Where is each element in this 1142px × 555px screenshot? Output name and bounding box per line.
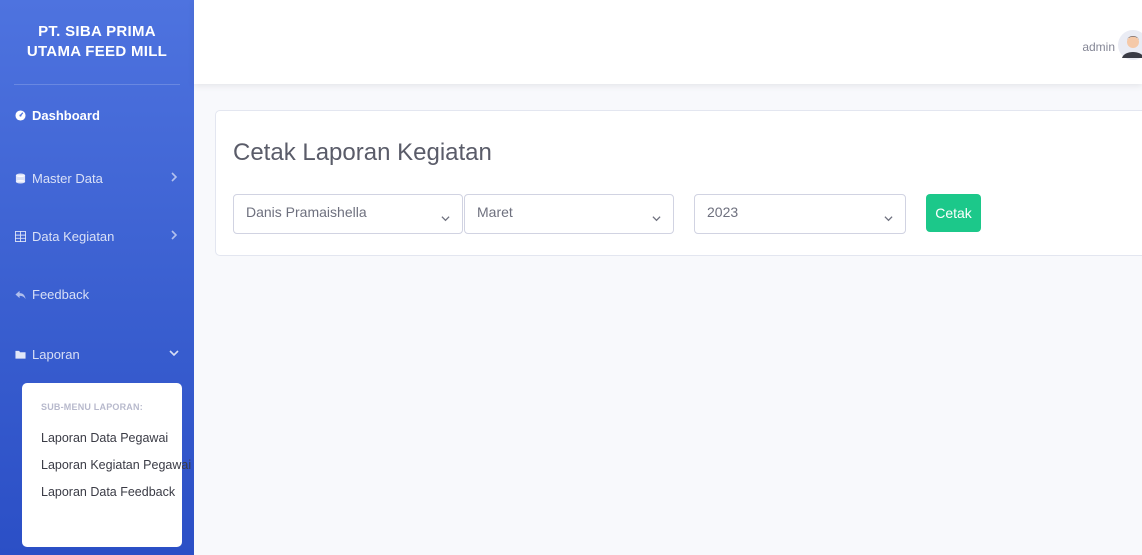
submenu-item-laporan-data-feedback[interactable]: Laporan Data Feedback: [22, 479, 182, 506]
brand-logo-text[interactable]: PT. SIBA PRIMA UTAMA FEED MILL: [0, 0, 194, 84]
employee-select-value: Danis Pramaishella: [246, 204, 367, 220]
sidebar-item-data-kegiatan[interactable]: Data Kegiatan: [0, 224, 194, 248]
sidebar-item-label: Feedback: [32, 286, 90, 302]
folder-icon: [15, 349, 26, 360]
sidebar-item-dashboard[interactable]: Dashboard: [0, 103, 194, 127]
sidebar-item-master-data[interactable]: Master Data: [0, 166, 194, 190]
year-select-value: 2023: [707, 204, 739, 220]
chevron-down-icon: [884, 210, 893, 222]
table-icon: [15, 230, 26, 242]
laporan-submenu: SUB-MENU LAPORAN: Laporan Data Pegawai L…: [22, 383, 191, 547]
report-card: Cetak Laporan Kegiatan Danis Pramaishell…: [215, 110, 1142, 256]
sidebar-item-label: Master Data: [32, 170, 103, 186]
month-select[interactable]: Maret: [464, 194, 674, 234]
topbar: admin: [194, 0, 1142, 84]
year-select[interactable]: 2023: [694, 194, 906, 234]
month-select-value: Maret: [477, 204, 513, 220]
sidebar-item-feedback[interactable]: Feedback: [0, 282, 194, 306]
chevron-down-icon: [441, 210, 450, 222]
submenu-header: SUB-MENU LAPORAN:: [41, 402, 143, 412]
chevron-down-icon: [168, 347, 180, 359]
brand-line-2: UTAMA FEED MILL: [26, 43, 168, 60]
sidebar-item-label: Dashboard: [32, 107, 100, 123]
database-icon: [15, 172, 26, 184]
print-button[interactable]: Cetak: [926, 194, 981, 232]
employee-select[interactable]: Danis Pramaishella: [233, 194, 463, 234]
sidebar: PT. SIBA PRIMA UTAMA FEED MILL Dashboard…: [0, 0, 194, 555]
brand-line-1: PT. SIBA PRIMA: [38, 23, 156, 40]
sidebar-item-laporan[interactable]: Laporan: [0, 342, 194, 366]
user-name[interactable]: admin: [1082, 40, 1115, 54]
chevron-right-icon: [168, 171, 180, 183]
page-title: Cetak Laporan Kegiatan: [233, 139, 492, 166]
user-avatar-icon[interactable]: [1118, 30, 1142, 60]
tachometer-icon: [15, 109, 26, 121]
chevron-right-icon: [168, 229, 180, 241]
sidebar-item-label: Laporan: [32, 346, 80, 362]
sidebar-item-label: Data Kegiatan: [32, 228, 115, 244]
reply-icon: [15, 289, 26, 300]
chevron-down-icon: [652, 210, 661, 222]
submenu-item-laporan-data-pegawai[interactable]: Laporan Data Pegawai: [22, 425, 182, 452]
submenu-item-laporan-kegiatan-pegawai[interactable]: Laporan Kegiatan Pegawai: [22, 452, 191, 479]
sidebar-divider: [14, 84, 180, 85]
